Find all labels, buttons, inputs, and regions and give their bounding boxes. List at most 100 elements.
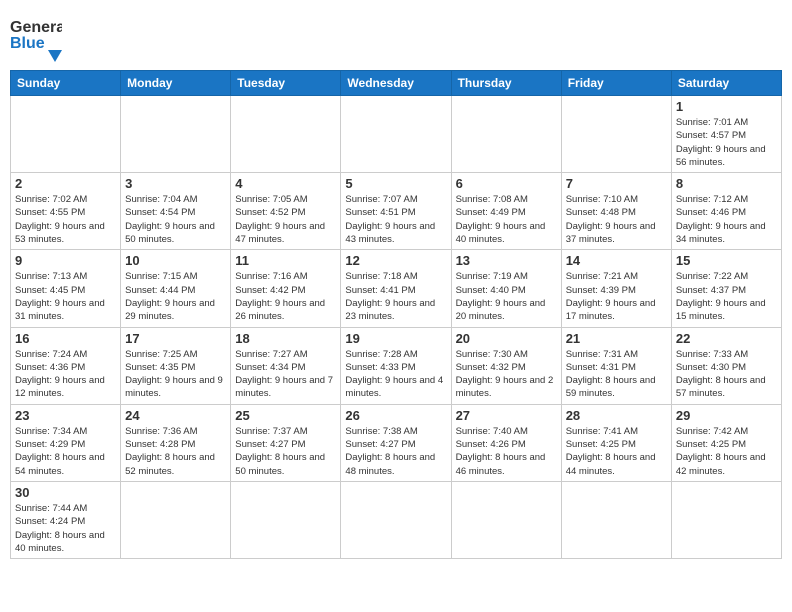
day-number: 15 [676, 253, 777, 268]
calendar-cell [341, 96, 451, 173]
day-number: 21 [566, 331, 667, 346]
calendar-cell: 9 Sunrise: 7:13 AMSunset: 4:45 PMDayligh… [11, 250, 121, 327]
calendar-cell [451, 481, 561, 558]
day-info: Sunrise: 7:40 AMSunset: 4:26 PMDaylight:… [456, 425, 557, 478]
day-info: Sunrise: 7:31 AMSunset: 4:31 PMDaylight:… [566, 348, 667, 401]
page: General Blue Sunday Monday Tuesday Wedne… [0, 0, 792, 612]
day-info: Sunrise: 7:08 AMSunset: 4:49 PMDaylight:… [456, 193, 557, 246]
day-number: 23 [15, 408, 116, 423]
calendar-cell: 6 Sunrise: 7:08 AMSunset: 4:49 PMDayligh… [451, 173, 561, 250]
calendar-cell [561, 481, 671, 558]
calendar-cell: 22 Sunrise: 7:33 AMSunset: 4:30 PMDaylig… [671, 327, 781, 404]
day-number: 24 [125, 408, 226, 423]
calendar-cell [671, 481, 781, 558]
calendar-cell: 8 Sunrise: 7:12 AMSunset: 4:46 PMDayligh… [671, 173, 781, 250]
calendar-cell: 26 Sunrise: 7:38 AMSunset: 4:27 PMDaylig… [341, 404, 451, 481]
calendar-cell: 16 Sunrise: 7:24 AMSunset: 4:36 PMDaylig… [11, 327, 121, 404]
calendar-cell: 10 Sunrise: 7:15 AMSunset: 4:44 PMDaylig… [121, 250, 231, 327]
day-number: 29 [676, 408, 777, 423]
day-info: Sunrise: 7:42 AMSunset: 4:25 PMDaylight:… [676, 425, 777, 478]
day-number: 25 [235, 408, 336, 423]
day-number: 17 [125, 331, 226, 346]
day-number: 5 [345, 176, 446, 191]
calendar-cell: 25 Sunrise: 7:37 AMSunset: 4:27 PMDaylig… [231, 404, 341, 481]
day-info: Sunrise: 7:21 AMSunset: 4:39 PMDaylight:… [566, 270, 667, 323]
logo-icon: General Blue [10, 10, 62, 62]
day-number: 28 [566, 408, 667, 423]
day-info: Sunrise: 7:04 AMSunset: 4:54 PMDaylight:… [125, 193, 226, 246]
day-info: Sunrise: 7:18 AMSunset: 4:41 PMDaylight:… [345, 270, 446, 323]
calendar-cell [231, 96, 341, 173]
calendar-cell [451, 96, 561, 173]
day-number: 4 [235, 176, 336, 191]
calendar-cell: 15 Sunrise: 7:22 AMSunset: 4:37 PMDaylig… [671, 250, 781, 327]
day-info: Sunrise: 7:10 AMSunset: 4:48 PMDaylight:… [566, 193, 667, 246]
day-info: Sunrise: 7:34 AMSunset: 4:29 PMDaylight:… [15, 425, 116, 478]
day-info: Sunrise: 7:13 AMSunset: 4:45 PMDaylight:… [15, 270, 116, 323]
day-number: 12 [345, 253, 446, 268]
calendar-cell: 19 Sunrise: 7:28 AMSunset: 4:33 PMDaylig… [341, 327, 451, 404]
svg-text:Blue: Blue [10, 35, 45, 52]
calendar-cell [11, 96, 121, 173]
header-monday: Monday [121, 71, 231, 96]
header-wednesday: Wednesday [341, 71, 451, 96]
day-info: Sunrise: 7:16 AMSunset: 4:42 PMDaylight:… [235, 270, 336, 323]
day-info: Sunrise: 7:44 AMSunset: 4:24 PMDaylight:… [15, 502, 116, 555]
day-info: Sunrise: 7:01 AMSunset: 4:57 PMDaylight:… [676, 116, 777, 169]
calendar-cell: 1 Sunrise: 7:01 AMSunset: 4:57 PMDayligh… [671, 96, 781, 173]
day-number: 19 [345, 331, 446, 346]
day-info: Sunrise: 7:12 AMSunset: 4:46 PMDaylight:… [676, 193, 777, 246]
calendar-cell: 29 Sunrise: 7:42 AMSunset: 4:25 PMDaylig… [671, 404, 781, 481]
day-info: Sunrise: 7:02 AMSunset: 4:55 PMDaylight:… [15, 193, 116, 246]
calendar-cell: 3 Sunrise: 7:04 AMSunset: 4:54 PMDayligh… [121, 173, 231, 250]
day-number: 9 [15, 253, 116, 268]
calendar-cell: 4 Sunrise: 7:05 AMSunset: 4:52 PMDayligh… [231, 173, 341, 250]
day-number: 2 [15, 176, 116, 191]
header-tuesday: Tuesday [231, 71, 341, 96]
day-number: 1 [676, 99, 777, 114]
day-info: Sunrise: 7:28 AMSunset: 4:33 PMDaylight:… [345, 348, 446, 401]
calendar-cell: 7 Sunrise: 7:10 AMSunset: 4:48 PMDayligh… [561, 173, 671, 250]
calendar-cell [341, 481, 451, 558]
calendar-cell: 14 Sunrise: 7:21 AMSunset: 4:39 PMDaylig… [561, 250, 671, 327]
day-info: Sunrise: 7:07 AMSunset: 4:51 PMDaylight:… [345, 193, 446, 246]
day-info: Sunrise: 7:36 AMSunset: 4:28 PMDaylight:… [125, 425, 226, 478]
header-thursday: Thursday [451, 71, 561, 96]
day-info: Sunrise: 7:30 AMSunset: 4:32 PMDaylight:… [456, 348, 557, 401]
day-number: 16 [15, 331, 116, 346]
day-number: 13 [456, 253, 557, 268]
day-number: 22 [676, 331, 777, 346]
calendar-table: Sunday Monday Tuesday Wednesday Thursday… [10, 70, 782, 559]
day-number: 7 [566, 176, 667, 191]
day-info: Sunrise: 7:19 AMSunset: 4:40 PMDaylight:… [456, 270, 557, 323]
day-info: Sunrise: 7:25 AMSunset: 4:35 PMDaylight:… [125, 348, 226, 401]
calendar-cell: 23 Sunrise: 7:34 AMSunset: 4:29 PMDaylig… [11, 404, 121, 481]
calendar-cell: 2 Sunrise: 7:02 AMSunset: 4:55 PMDayligh… [11, 173, 121, 250]
day-info: Sunrise: 7:38 AMSunset: 4:27 PMDaylight:… [345, 425, 446, 478]
day-number: 30 [15, 485, 116, 500]
day-info: Sunrise: 7:05 AMSunset: 4:52 PMDaylight:… [235, 193, 336, 246]
day-info: Sunrise: 7:15 AMSunset: 4:44 PMDaylight:… [125, 270, 226, 323]
calendar-cell: 18 Sunrise: 7:27 AMSunset: 4:34 PMDaylig… [231, 327, 341, 404]
svg-text:General: General [10, 19, 62, 36]
day-number: 11 [235, 253, 336, 268]
calendar-cell [121, 481, 231, 558]
calendar-cell [121, 96, 231, 173]
calendar-cell [231, 481, 341, 558]
calendar-cell: 30 Sunrise: 7:44 AMSunset: 4:24 PMDaylig… [11, 481, 121, 558]
header-friday: Friday [561, 71, 671, 96]
day-info: Sunrise: 7:22 AMSunset: 4:37 PMDaylight:… [676, 270, 777, 323]
calendar-cell: 11 Sunrise: 7:16 AMSunset: 4:42 PMDaylig… [231, 250, 341, 327]
calendar-cell: 13 Sunrise: 7:19 AMSunset: 4:40 PMDaylig… [451, 250, 561, 327]
day-number: 18 [235, 331, 336, 346]
day-info: Sunrise: 7:24 AMSunset: 4:36 PMDaylight:… [15, 348, 116, 401]
calendar-cell: 17 Sunrise: 7:25 AMSunset: 4:35 PMDaylig… [121, 327, 231, 404]
day-info: Sunrise: 7:27 AMSunset: 4:34 PMDaylight:… [235, 348, 336, 401]
calendar-cell: 21 Sunrise: 7:31 AMSunset: 4:31 PMDaylig… [561, 327, 671, 404]
calendar-cell: 27 Sunrise: 7:40 AMSunset: 4:26 PMDaylig… [451, 404, 561, 481]
calendar-cell [561, 96, 671, 173]
day-info: Sunrise: 7:33 AMSunset: 4:30 PMDaylight:… [676, 348, 777, 401]
calendar-cell: 20 Sunrise: 7:30 AMSunset: 4:32 PMDaylig… [451, 327, 561, 404]
day-number: 10 [125, 253, 226, 268]
day-number: 27 [456, 408, 557, 423]
